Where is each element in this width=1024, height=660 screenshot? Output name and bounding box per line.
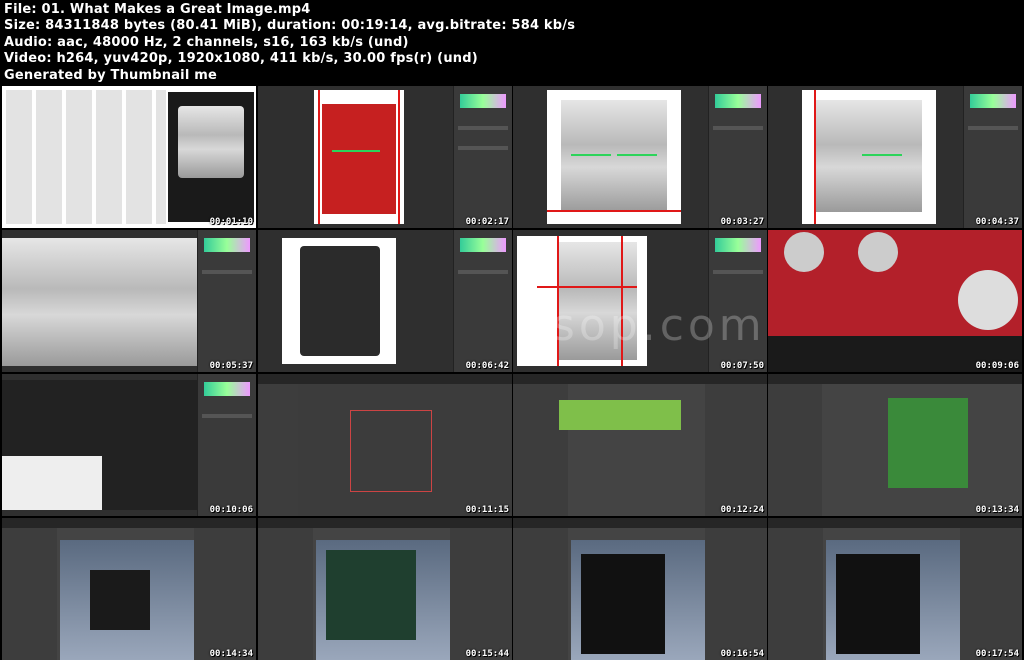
thumbnail-12[interactable]: 00:13:34 [768,374,1022,516]
layers-panel [453,230,512,372]
thumbnail-5[interactable]: 00:05:37 [2,230,256,372]
timestamp: 00:11:15 [465,505,509,515]
timestamp: 00:01:10 [209,217,253,227]
canvas [547,90,681,224]
layers-panel [963,86,1022,228]
thumbnail-2[interactable]: 00:02:17 [258,86,512,228]
generator-line: Generated by Thumbnail me [4,67,217,83]
3d-viewport [60,540,194,660]
thumbnail-11[interactable]: 00:12:24 [513,374,767,516]
thumbnail-10[interactable]: 00:11:15 [258,374,512,516]
timestamp: 00:04:37 [975,217,1019,227]
thumbnail-14[interactable]: 00:15:44 [258,518,512,660]
thumbnail-8[interactable]: 00:09:06 [768,230,1022,372]
spreadsheet-panel [559,400,681,430]
file-name-line: File: 01. What Makes a Great Image.mp4 [4,2,311,17]
timestamp: 00:02:17 [465,217,509,227]
layers-panel [197,374,256,516]
timestamp: 00:07:50 [720,361,764,371]
watermark: gsop.com [520,300,766,351]
3d-model [836,554,920,654]
timestamp: 00:05:37 [209,361,253,371]
espresso-machine-image [816,100,922,212]
layers-panel [453,86,512,228]
dial-image [784,232,824,272]
audio-line: Audio: aac, 48000 Hz, 2 channels, s16, 1… [4,34,409,50]
preview-pane [168,92,254,222]
espresso-machine-image [300,246,380,356]
spreadsheet-panel [888,398,968,488]
3d-viewport [826,540,960,660]
3d-model [581,554,665,654]
thumbnail-15[interactable]: 00:16:54 [513,518,767,660]
timestamp: 00:09:06 [975,361,1019,371]
thumbnail-9[interactable]: 00:10:06 [2,374,256,516]
espresso-machine-closeup [2,238,198,366]
product-image-grid [6,90,166,224]
layers-panel [708,86,767,228]
3d-model [90,570,150,630]
espresso-machine-image [561,100,667,212]
thumbnail-4[interactable]: 00:04:37 [768,86,1022,228]
thumbnail-13[interactable]: 00:14:34 [2,518,256,660]
canvas [802,90,936,224]
timestamp: 00:13:34 [975,505,1019,515]
video-line: Video: h264, yuv420p, 1920x1080, 411 kb/… [4,51,478,67]
timestamp: 00:10:06 [209,505,253,515]
thumbnail-grid: 00:01:10 00:02:17 00:03:27 00:04:37 00:0… [0,84,1024,660]
espresso-machine-image [178,106,244,178]
3d-model [326,550,416,640]
thumbnail-1[interactable]: 00:01:10 [2,86,256,228]
thumbnail-3[interactable]: 00:03:27 [513,86,767,228]
thumbnail-6[interactable]: 00:06:42 [258,230,512,372]
layers-panel [197,230,256,372]
cup-image [2,456,102,510]
3d-viewport [316,540,450,660]
timestamp: 00:12:24 [720,505,764,515]
3d-viewport [571,540,705,660]
espresso-machine-image [322,104,396,214]
wireframe-model [350,410,432,492]
thumbnail-16[interactable]: 00:17:54 [768,518,1022,660]
dial-image [858,232,898,272]
canvas [314,90,404,224]
size-line: Size: 84311848 bytes (80.41 MiB), durati… [4,18,576,34]
file-info-header: File: 01. What Makes a Great Image.mp4 S… [4,2,1020,84]
3d-viewport [826,388,888,510]
timestamp: 00:03:27 [720,217,764,227]
timestamp: 00:06:42 [465,361,509,371]
gauge-image [958,270,1018,330]
canvas [2,380,198,510]
3d-viewport [298,384,512,516]
canvas [282,238,396,364]
